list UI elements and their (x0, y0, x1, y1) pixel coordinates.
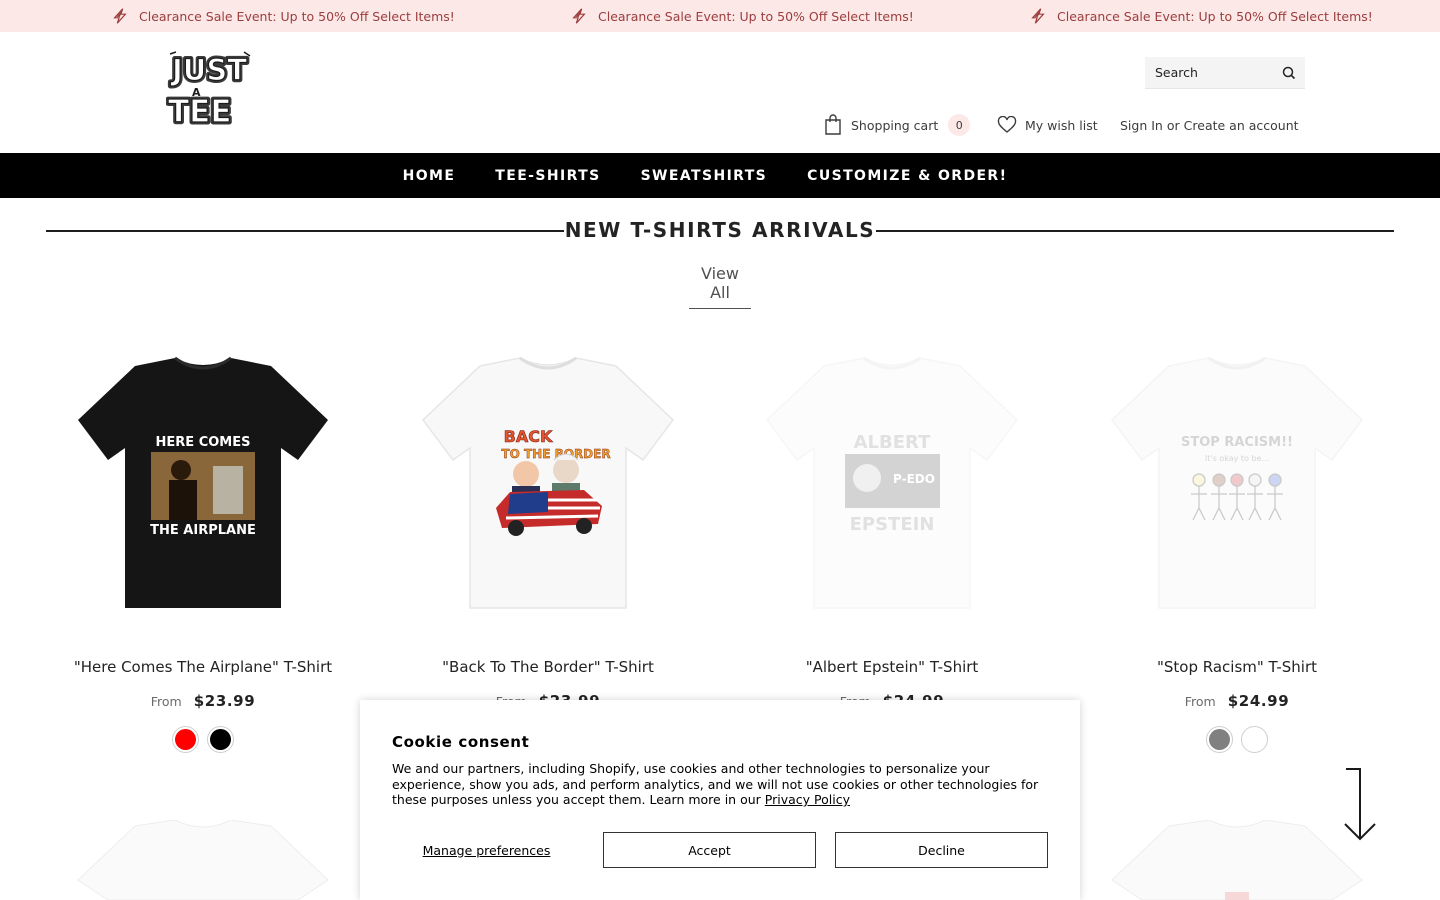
announcement-bar: Clearance Sale Event: Up to 50% Off Sele… (0, 0, 1440, 32)
svg-text:TEE: TEE (168, 94, 232, 126)
wishlist-link[interactable]: My wish list (997, 112, 1098, 138)
print-text: BACK (504, 427, 553, 446)
print-text: STOP RACISM!! (1181, 435, 1293, 450)
announcement-item[interactable]: Clearance Sale Event: Up to 50% Off Sele… (570, 0, 914, 32)
price-from-label: From (150, 694, 182, 709)
product-title[interactable]: "Here Comes The Airplane" T-Shirt (53, 658, 353, 676)
announcement-item[interactable]: Clearance Sale Event: Up to 50% Off Sele… (1029, 0, 1373, 32)
main-navigation: HOME TEE-SHIRTS SWEATSHIRTS CUSTOMIZE & … (0, 153, 1440, 198)
color-swatch-black[interactable] (207, 726, 234, 753)
product-card[interactable]: ALBERT P-EDO EPSTEIN "Albert Epstein" T-… (742, 340, 1042, 710)
product-title[interactable]: "Stop Racism" T-Shirt (1087, 658, 1387, 676)
create-account-link[interactable]: Create an account (1184, 118, 1299, 133)
product-price: From $24.99 (1087, 692, 1387, 710)
accept-button[interactable]: Accept (603, 832, 816, 868)
print-text: ALBERT (854, 432, 931, 453)
nav-item-customize-order[interactable]: CUSTOMIZE & ORDER! (807, 168, 1007, 184)
heart-icon (997, 116, 1017, 133)
price-from-label: From (1184, 694, 1216, 709)
print-text: P-EDO (893, 472, 935, 486)
lightning-bolt-icon (572, 8, 586, 24)
price-amount: $23.99 (193, 692, 256, 710)
print-text: It's okay to be... (1205, 454, 1269, 463)
cookie-consent-banner: Cookie consent We and our partners, incl… (360, 700, 1080, 900)
product-card[interactable]: BACK TO THE BORDER "Back To The Border" … (398, 340, 698, 710)
manage-preferences-button[interactable]: Manage preferences (392, 832, 581, 868)
product-title[interactable]: "Back To The Border" T-Shirt (398, 658, 698, 676)
search-box (1145, 57, 1305, 89)
view-all-link[interactable]: View All (689, 264, 751, 309)
cookie-title: Cookie consent (392, 733, 530, 751)
nav-item-home[interactable]: HOME (403, 168, 456, 184)
color-swatch-red[interactable] (172, 726, 199, 753)
cart-count-badge: 0 (948, 114, 971, 136)
color-swatches (53, 726, 353, 753)
lightning-bolt-icon (1031, 8, 1045, 24)
wishlist-label: My wish list (1025, 117, 1098, 133)
section-title: NEW T-SHIRTS ARRIVALS (564, 218, 876, 242)
svg-text:JUST: JUST (170, 53, 247, 87)
product-image[interactable]: ALBERT P-EDO EPSTEIN (742, 340, 1042, 630)
shopping-cart-link[interactable]: Shopping cart 0 (823, 112, 971, 138)
product-title[interactable]: "Albert Epstein" T-Shirt (742, 658, 1042, 676)
cart-label: Shopping cart (851, 117, 939, 133)
search-icon[interactable] (1281, 65, 1297, 81)
product-image[interactable]: STOP RACISM!! It's okay to be... (1087, 340, 1387, 630)
cookie-text: We and our partners, including Shopify, … (392, 761, 1039, 807)
arrow-down-icon[interactable] (1340, 766, 1380, 842)
print-text: HERE COMES (156, 435, 251, 450)
print-text: EPSTEIN (850, 514, 935, 535)
site-logo[interactable]: JUST JUST A TEE TEE (166, 50, 254, 126)
announcement-item[interactable]: Clearance Sale Event: Up to 50% Off Sele… (111, 0, 455, 32)
lightning-bolt-icon (113, 8, 127, 24)
account-or-text: or (1166, 117, 1180, 133)
announcement-text: Clearance Sale Event: Up to 50% Off Sele… (139, 8, 455, 24)
account-links: Sign In or Create an account (1120, 112, 1299, 138)
product-card[interactable]: STOP RACISM!! It's okay to be... "Stop R… (1087, 340, 1387, 753)
color-swatch-grey[interactable] (1206, 726, 1233, 753)
price-amount: $24.99 (1227, 692, 1290, 710)
announcement-text: Clearance Sale Event: Up to 50% Off Sele… (598, 8, 914, 24)
product-image[interactable] (53, 820, 353, 900)
product-card[interactable]: HERE COMES THE AIRPLANE "Here Comes The … (53, 340, 353, 753)
nav-item-sweatshirts[interactable]: SWEATSHIRTS (641, 168, 768, 184)
sign-in-link[interactable]: Sign In (1120, 118, 1163, 133)
print-text: THE AIRPLANE (150, 523, 256, 538)
color-swatches (1087, 726, 1387, 753)
privacy-policy-link[interactable]: Privacy Policy (765, 792, 850, 807)
product-image[interactable]: HERE COMES THE AIRPLANE (53, 340, 353, 630)
color-swatch-white[interactable] (1241, 726, 1268, 753)
shopping-bag-icon (825, 114, 841, 135)
cookie-description: We and our partners, including Shopify, … (392, 761, 1052, 808)
product-image[interactable]: BACK TO THE BORDER (398, 340, 698, 630)
nav-item-tee-shirts[interactable]: TEE-SHIRTS (495, 168, 600, 184)
decline-button[interactable]: Decline (835, 832, 1048, 868)
announcement-text: Clearance Sale Event: Up to 50% Off Sele… (1057, 8, 1373, 24)
product-price: From $23.99 (53, 692, 353, 710)
